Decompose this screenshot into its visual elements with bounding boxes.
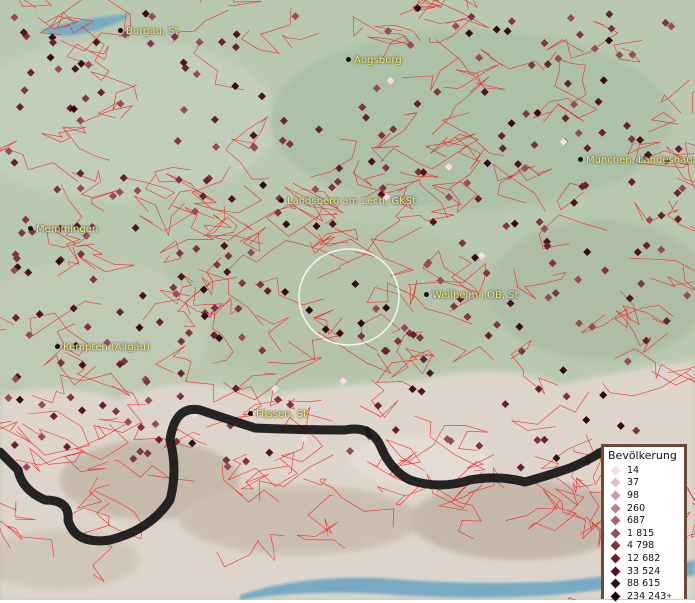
population-legend: Bevölkerung 1437 98 260687 1 8154 798 12 682… [601,444,687,599]
legend-swatch-icon [611,516,621,526]
legend-swatch-icon [611,465,621,475]
place-marker-icon [346,57,351,62]
legend-label: 1 815 [627,528,654,539]
legend-label: 88 615 [627,578,660,589]
legend-item: 37 [608,477,680,490]
place-label: Füssen, St [256,409,307,420]
place-memmingen[interactable]: Memmingen [28,224,98,235]
legend-label: 12 682 [627,553,660,564]
place-label: Kempten (Allgäu) [63,342,150,353]
legend-item: 14 [608,464,680,477]
legend-item: 4 798 [608,540,680,553]
legend-item: 234 243+ [608,590,680,603]
legend-item: 687 [608,514,680,527]
legend-label: 33 524 [627,566,660,577]
legend-swatch-icon [611,503,621,513]
legend-label: 98 [627,490,639,501]
place-marker-icon [578,157,583,162]
legend-item: 260 [608,502,680,515]
legend-swatch-icon [611,579,621,589]
legend-label: 687 [627,515,645,526]
place-muenchen[interactable]: München, Landeshaup [578,155,695,166]
legend-swatch-icon [611,566,621,576]
legend-list: 1437 98 260687 1 8154 798 12 682 33 52488 615… [608,464,680,603]
place-weilheim[interactable]: Weilheim i.OB, St [424,290,519,301]
place-marker-icon [279,198,284,203]
legend-label-suffix: + [666,592,672,600]
legend-item: 98 [608,489,680,502]
legend-item: 88 615 [608,577,680,590]
place-label: Landsberg am Lech, GKSt [287,196,416,207]
place-marker-icon [28,226,33,231]
legend-swatch-icon [611,554,621,564]
place-label: München, Landeshaup [586,155,695,166]
legend-label: 4 798 [627,540,654,551]
legend-label: 260 [627,503,645,514]
place-marker-icon [424,292,429,297]
legend-item: 1 815 [608,527,680,540]
legend-title: Bevölkerung [608,449,680,462]
legend-label: 14 [627,465,639,476]
place-landsberg[interactable]: Landsberg am Lech, GKSt [279,196,416,207]
legend-label: 234 243 [627,591,666,602]
place-marker-icon [118,28,123,33]
legend-swatch-icon [611,491,621,501]
legend-swatch-icon [611,528,621,538]
place-burgau[interactable]: Burgau, St [118,26,179,37]
place-kempten[interactable]: Kempten (Allgäu) [55,342,150,353]
legend-item: 12 682 [608,552,680,565]
place-augsburg[interactable]: Augsburg [346,55,402,66]
place-fuessen[interactable]: Füssen, St [248,409,307,420]
legend-swatch-icon [611,478,621,488]
place-label: Weilheim i.OB, St [432,290,519,301]
legend-label: 37 [627,477,639,488]
legend-item: 33 524 [608,565,680,578]
map-canvas[interactable] [0,0,695,600]
place-marker-icon [55,344,60,349]
legend-swatch-icon [611,541,621,551]
place-label: Burgau, St [126,26,179,37]
place-marker-icon [248,411,253,416]
place-label: Augsburg [354,55,402,66]
place-label: Memmingen [36,224,98,235]
